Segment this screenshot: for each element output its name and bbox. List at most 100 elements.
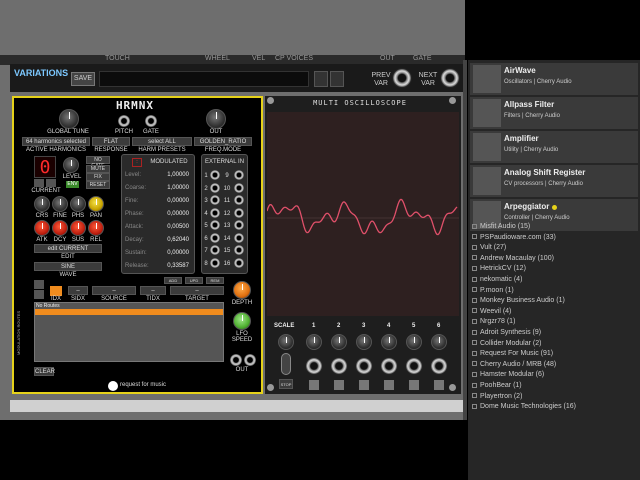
- checkbox-icon[interactable]: [472, 234, 477, 240]
- plugin-card[interactable]: Allpass Filter Filters | Cherry Audio: [470, 97, 638, 129]
- gate-jack[interactable]: [145, 115, 157, 127]
- plugin-card[interactable]: AirWave Oscillators | Cherry Audio: [470, 63, 638, 95]
- ext-in-jack[interactable]: [234, 170, 244, 180]
- brand-list-item[interactable]: Misfit Audio (15): [472, 222, 638, 232]
- brand-list-item[interactable]: PSPaudioware.com (33): [472, 233, 638, 243]
- release-knob[interactable]: [88, 220, 104, 236]
- brand-list-item[interactable]: Andrew Macaulay (100): [472, 254, 638, 264]
- response-select[interactable]: FLAT: [92, 137, 130, 146]
- checkbox-icon[interactable]: [472, 297, 477, 303]
- ext-in-jack[interactable]: [210, 182, 220, 193]
- lfo-out-jack-1[interactable]: [230, 354, 242, 366]
- route-selection-bar[interactable]: [35, 309, 223, 315]
- decrement-button[interactable]: [34, 179, 44, 187]
- channel-input-jack[interactable]: [305, 357, 323, 375]
- brand-list-item[interactable]: Vult (27): [472, 243, 638, 253]
- harmonics-selected-display[interactable]: 64 harmonics selected: [22, 137, 90, 146]
- checkbox-icon[interactable]: [472, 244, 477, 250]
- freq-mode-select[interactable]: GOLDEN_RATIO: [194, 137, 252, 146]
- rack-scrollbar[interactable]: [463, 60, 467, 420]
- channel-input-jack[interactable]: [405, 357, 423, 375]
- plugin-card[interactable]: Amplifier Utility | Cherry Audio: [470, 131, 638, 163]
- ext-in-jack[interactable]: [210, 170, 220, 180]
- plugin-card[interactable]: Analog Shift Register CV processors | Che…: [470, 165, 638, 197]
- route-target-field[interactable]: –: [170, 286, 224, 295]
- checkbox-icon[interactable]: [472, 361, 477, 367]
- checkbox-icon[interactable]: [472, 276, 477, 282]
- checkbox-icon[interactable]: [472, 266, 477, 272]
- checkbox-icon[interactable]: [472, 372, 477, 378]
- ext-in-jack[interactable]: [210, 232, 220, 243]
- channel-toggle[interactable]: [384, 380, 394, 390]
- checkbox-icon[interactable]: [472, 393, 477, 399]
- ext-in-jack[interactable]: [234, 182, 244, 193]
- update-route-button[interactable]: UPD: [185, 277, 203, 284]
- route-down-button[interactable]: [34, 290, 44, 299]
- channel-toggle[interactable]: [334, 380, 344, 390]
- coarse-knob[interactable]: [34, 196, 50, 212]
- phase-knob[interactable]: [70, 196, 86, 212]
- brand-list-item[interactable]: Monkey Business Audio (1): [472, 296, 638, 306]
- out-jack[interactable]: [206, 109, 226, 129]
- stop-button[interactable]: STOP: [279, 379, 293, 389]
- save-button[interactable]: SAVE: [71, 72, 95, 86]
- ext-in-jack[interactable]: [210, 245, 220, 255]
- variation-name-field[interactable]: [99, 71, 309, 87]
- ext-in-jack[interactable]: [210, 207, 220, 218]
- brand-list-item[interactable]: Weevil (4): [472, 307, 638, 317]
- ext-in-jack[interactable]: [234, 220, 244, 230]
- checkbox-icon[interactable]: [472, 350, 477, 356]
- ext-in-jack[interactable]: [234, 245, 244, 255]
- channel-scale-knob[interactable]: [381, 334, 397, 350]
- brand-list-item[interactable]: Dome Music Technologies (16): [472, 402, 638, 412]
- brand-list-item[interactable]: nekomatic (4): [472, 275, 638, 285]
- sustain-knob[interactable]: [70, 220, 86, 236]
- attack-knob[interactable]: [34, 220, 50, 236]
- ext-in-jack[interactable]: [210, 195, 220, 205]
- channel-toggle[interactable]: [409, 380, 419, 390]
- arrow-right-button[interactable]: [330, 71, 344, 87]
- mute-button[interactable]: MUTE: [86, 165, 110, 173]
- edit-current-button[interactable]: edit CURRENT: [34, 244, 102, 253]
- channel-input-jack[interactable]: [355, 357, 373, 375]
- channel-input-jack[interactable]: [330, 357, 348, 375]
- channel-scale-knob[interactable]: [356, 334, 372, 350]
- ext-in-jack[interactable]: [234, 232, 244, 243]
- arrow-left-button[interactable]: [314, 71, 328, 87]
- ext-in-jack[interactable]: [210, 220, 220, 230]
- lfo-speed-knob[interactable]: [233, 312, 251, 330]
- channel-scale-knob[interactable]: [406, 334, 422, 350]
- channel-input-jack[interactable]: [380, 357, 398, 375]
- clear-button[interactable]: CLEAR: [34, 367, 55, 376]
- lfo-out-jack-2[interactable]: [244, 354, 256, 366]
- ext-in-jack[interactable]: [210, 257, 220, 268]
- checkbox-icon[interactable]: [472, 287, 477, 293]
- fine-knob[interactable]: [52, 196, 68, 212]
- ext-in-jack[interactable]: [234, 207, 244, 218]
- route-tidx-field[interactable]: –: [140, 286, 166, 295]
- ext-in-jack[interactable]: [234, 257, 244, 268]
- brand-list-item[interactable]: P.moon (1): [472, 286, 638, 296]
- checkbox-icon[interactable]: [472, 308, 477, 314]
- checkbox-icon[interactable]: [472, 329, 477, 335]
- checkbox-icon[interactable]: [472, 382, 477, 388]
- increment-button[interactable]: [46, 179, 56, 187]
- decay-knob[interactable]: [52, 220, 68, 236]
- level-knob[interactable]: [63, 157, 79, 173]
- no-gate-button[interactable]: NO GATE: [86, 156, 110, 169]
- route-sidx-field[interactable]: –: [68, 286, 88, 295]
- checkbox-icon[interactable]: [472, 319, 477, 325]
- brand-list-item[interactable]: PoohBear (1): [472, 381, 638, 391]
- brand-list-item[interactable]: Cherry Audio / MRB (48): [472, 360, 638, 370]
- scope-switch[interactable]: [281, 353, 291, 375]
- channel-scale-knob[interactable]: [431, 334, 447, 350]
- channel-scale-knob[interactable]: [306, 334, 322, 350]
- channel-toggle[interactable]: [359, 380, 369, 390]
- channel-input-jack[interactable]: [430, 357, 448, 375]
- harm-presets-select[interactable]: select ALL: [132, 137, 192, 146]
- reset-button[interactable]: RESET: [86, 181, 110, 189]
- route-up-button[interactable]: [34, 280, 44, 289]
- pan-knob[interactable]: [88, 196, 104, 212]
- global-tune-knob[interactable]: [59, 109, 79, 129]
- brand-list-item[interactable]: Collider Modular (2): [472, 339, 638, 349]
